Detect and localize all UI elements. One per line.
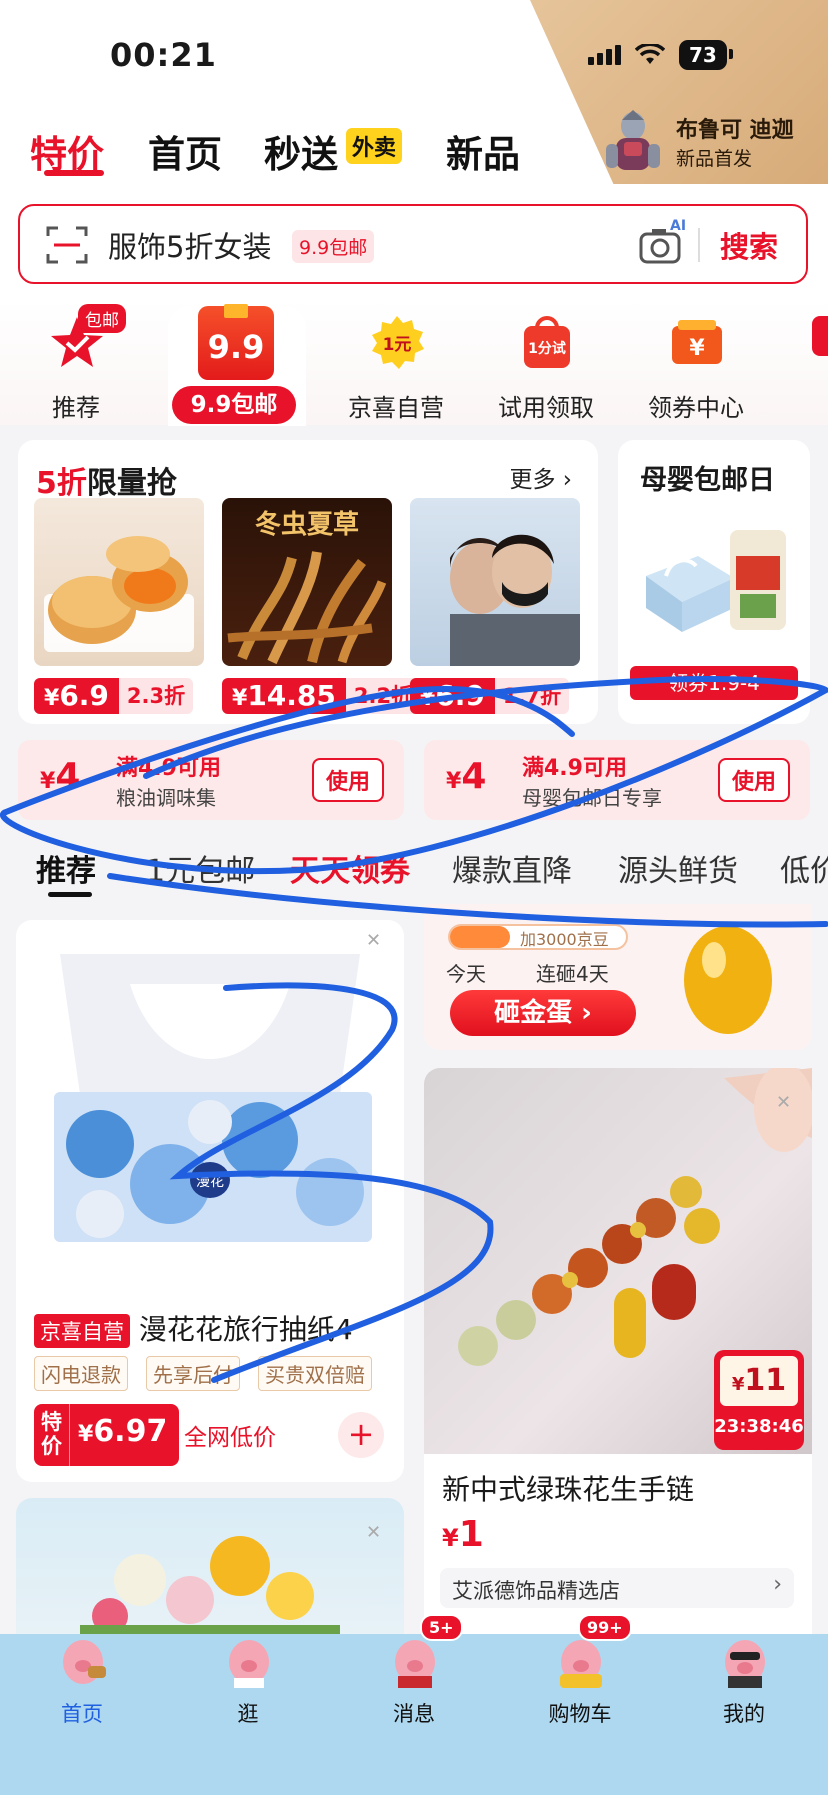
nav-label: 首页 (61, 1702, 103, 1726)
cart-badge: 99+ (578, 1614, 632, 1641)
nav-home[interactable]: 首页 (22, 1634, 142, 1754)
nav-label: 逛 (237, 1702, 259, 1726)
nav-label: 消息 (393, 1702, 435, 1726)
nav-cart[interactable]: 99+ 购物车 (520, 1614, 640, 1754)
nav-label: 购物车 (548, 1702, 612, 1726)
pig-mine-icon (725, 1640, 765, 1688)
nav-label: 我的 (723, 1702, 765, 1726)
pig-browse-icon (229, 1640, 269, 1688)
nav-messages[interactable]: 5+ 消息 (354, 1614, 474, 1754)
nav-browse[interactable]: 逛 (188, 1634, 308, 1754)
pen-scribble-overlay (0, 676, 828, 1383)
nav-mine[interactable]: 我的 (684, 1634, 804, 1754)
messages-badge: 5+ (420, 1614, 463, 1641)
pig-home-icon (63, 1640, 106, 1684)
